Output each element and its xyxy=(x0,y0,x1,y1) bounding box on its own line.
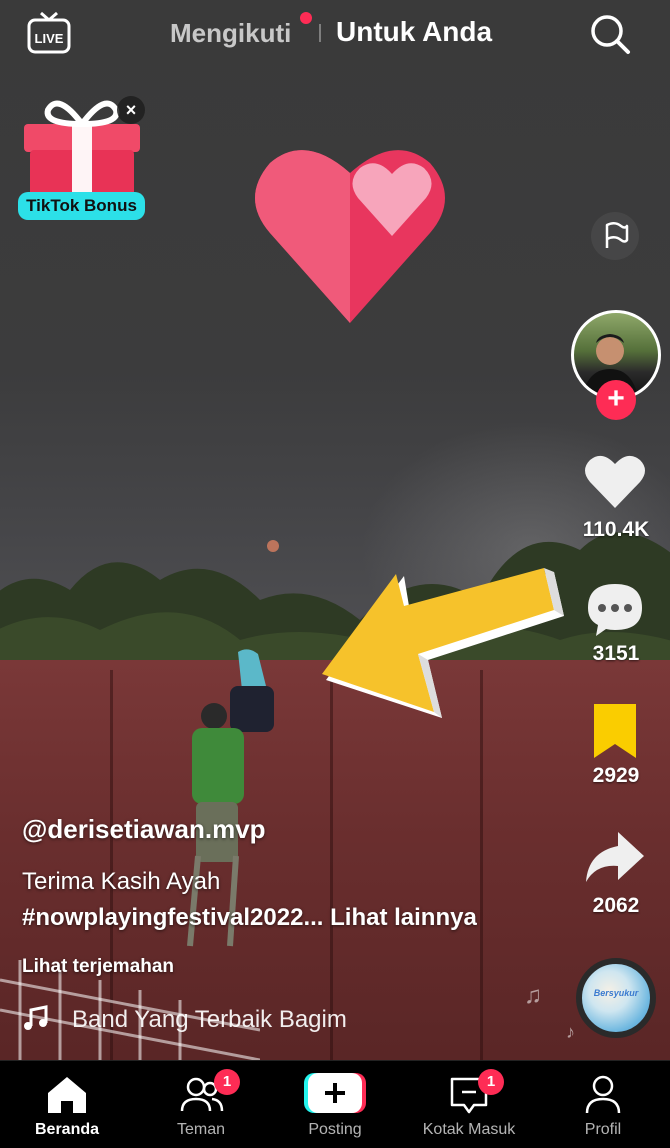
wall-seam xyxy=(330,670,333,1060)
nav-label: Teman xyxy=(176,1121,226,1138)
see-translation-link[interactable]: Lihat terjemahan xyxy=(22,956,174,978)
notification-dot xyxy=(300,12,312,24)
music-title: Band Yang Terbaik Bagim xyxy=(72,1006,347,1033)
nav-friends[interactable]: 1 Teman xyxy=(134,1061,268,1148)
nav-label: Kotak Masuk xyxy=(422,1121,516,1138)
yellow-arrow-sticker xyxy=(322,568,564,718)
bottom-navigation: Beranda 1 Teman Posting 1 Kotak Masuk Pr… xyxy=(0,1060,670,1148)
heart-sticker xyxy=(255,150,445,323)
disc-label: Bersyukur xyxy=(593,988,639,998)
music-note-icon xyxy=(24,1005,48,1030)
like-heart-icon[interactable] xyxy=(582,452,648,512)
wall-seam xyxy=(480,670,483,1060)
share-arrow-icon[interactable] xyxy=(582,828,648,888)
hashtag-text[interactable]: #nowplayingfestival2022... xyxy=(22,904,323,931)
nav-home[interactable]: Beranda xyxy=(0,1061,134,1148)
bonus-label[interactable]: TikTok Bonus xyxy=(18,192,145,220)
profile-icon xyxy=(585,1075,621,1114)
caption-text: Terima Kasih Ayah xyxy=(22,868,221,895)
music-note-icon: ♪ xyxy=(566,1022,575,1042)
live-label: LIVE xyxy=(35,31,64,46)
music-disc[interactable] xyxy=(576,958,656,1038)
save-count: 2929 xyxy=(592,764,640,787)
bonus-close-button[interactable]: × xyxy=(117,96,145,124)
flag-icon xyxy=(605,222,629,248)
tab-divider xyxy=(319,24,321,42)
caption-hashtags[interactable]: #nowplayingfestival2022... Lihat lainnya xyxy=(22,904,477,932)
nav-label: Profil xyxy=(584,1121,622,1138)
share-count: 2062 xyxy=(592,894,640,917)
comment-icon[interactable] xyxy=(582,580,648,640)
nav-post[interactable]: Posting xyxy=(268,1061,402,1148)
tab-for-you[interactable]: Untuk Anda xyxy=(336,16,492,48)
creator-username[interactable]: @derisetiawan.mvp xyxy=(22,814,266,845)
bookmark-icon[interactable] xyxy=(582,702,648,762)
nav-label: Beranda xyxy=(34,1121,100,1138)
see-more-link[interactable]: Lihat lainnya xyxy=(330,904,477,931)
nav-inbox[interactable]: 1 Kotak Masuk xyxy=(402,1061,536,1148)
home-icon xyxy=(48,1077,86,1113)
follow-button[interactable]: + xyxy=(596,380,636,420)
inbox-badge: 1 xyxy=(478,1069,504,1095)
search-icon[interactable] xyxy=(588,12,632,56)
nav-profile[interactable]: Profil xyxy=(536,1061,670,1148)
like-count: 110.4K xyxy=(582,518,650,541)
post-icon xyxy=(304,1073,366,1113)
music-note-icon: ♫ xyxy=(524,982,542,1009)
tab-following[interactable]: Mengikuti xyxy=(170,18,291,49)
music-ticker[interactable]: Band Yang Terbaik Bagim xyxy=(22,1004,372,1034)
comment-count: 3151 xyxy=(592,642,640,665)
report-button[interactable] xyxy=(591,212,639,260)
live-icon[interactable]: LIVE xyxy=(26,10,72,56)
friends-badge: 1 xyxy=(214,1069,240,1095)
nav-label: Posting xyxy=(308,1121,362,1138)
